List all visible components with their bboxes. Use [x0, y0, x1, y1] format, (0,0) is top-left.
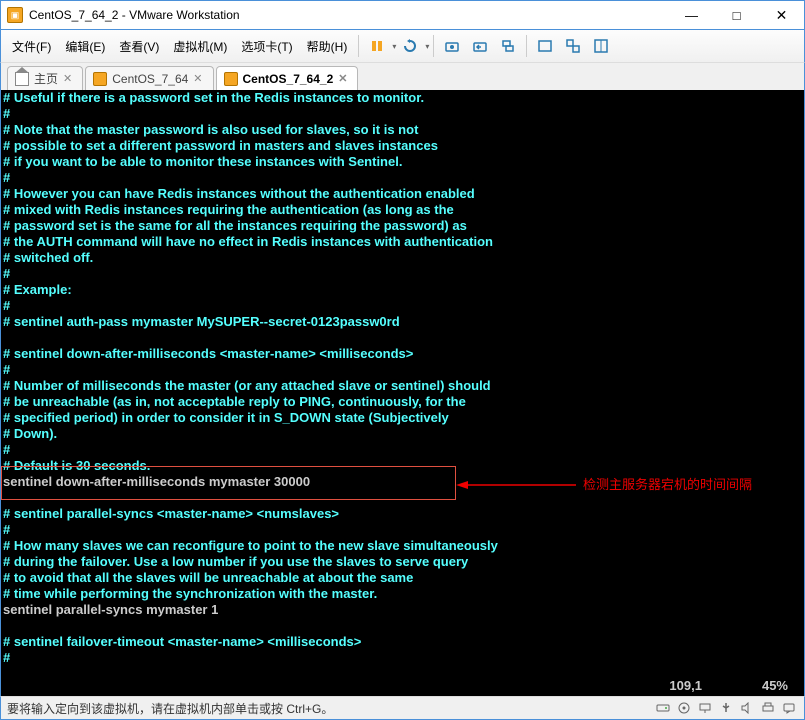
printer-icon[interactable]	[759, 700, 777, 716]
app-icon: ▣	[7, 7, 23, 23]
vm-icon	[93, 72, 107, 86]
reset-button[interactable]	[397, 33, 423, 59]
menu-view[interactable]: 查看(V)	[112, 34, 166, 59]
status-icons	[654, 700, 798, 716]
menu-vm[interactable]: 虚拟机(M)	[166, 34, 234, 59]
revert-button[interactable]	[467, 33, 493, 59]
sound-icon[interactable]	[738, 700, 756, 716]
unity-button[interactable]	[560, 33, 586, 59]
hdd-icon[interactable]	[654, 700, 672, 716]
tab-centos2[interactable]: CentOS_7_64_2 ✕	[216, 66, 359, 90]
tab-label: CentOS_7_64	[112, 72, 188, 86]
vim-status: 109,1 45%	[669, 678, 788, 694]
cursor-position: 109,1	[669, 678, 702, 694]
message-icon[interactable]	[780, 700, 798, 716]
stretch-button[interactable]	[588, 33, 614, 59]
terminal[interactable]: # Useful if there is a password set in t…	[0, 90, 805, 696]
dropdown-icon[interactable]: ▾	[392, 42, 396, 51]
network-icon[interactable]	[696, 700, 714, 716]
close-tab-icon[interactable]: ✕	[63, 72, 72, 85]
vm-icon	[224, 72, 238, 86]
menu-help[interactable]: 帮助(H)	[300, 34, 355, 59]
home-icon	[15, 72, 29, 86]
window-title: CentOS_7_64_2 - VMware Workstation	[29, 8, 669, 22]
minimize-button[interactable]: —	[669, 1, 714, 29]
annotation-text: 检测主服务器宕机的时间间隔	[583, 477, 752, 493]
terminal-output: # Useful if there is a password set in t…	[1, 90, 804, 666]
status-text: 要将输入定向到该虚拟机，请在虚拟机内部单击或按 Ctrl+G。	[7, 700, 333, 717]
close-button[interactable]: ✕	[759, 1, 804, 29]
titlebar: ▣ CentOS_7_64_2 - VMware Workstation — □…	[0, 0, 805, 30]
cd-icon[interactable]	[675, 700, 693, 716]
scroll-percent: 45%	[762, 678, 788, 694]
usb-icon[interactable]	[717, 700, 735, 716]
snapshot-button[interactable]	[439, 33, 465, 59]
fullscreen-button[interactable]	[532, 33, 558, 59]
snapshot-manager-button[interactable]	[495, 33, 521, 59]
tab-label: 主页	[34, 70, 58, 87]
separator	[433, 35, 434, 57]
close-tab-icon[interactable]: ✕	[193, 72, 202, 85]
tab-centos1[interactable]: CentOS_7_64 ✕	[85, 66, 213, 90]
menubar: 文件(F) 编辑(E) 查看(V) 虚拟机(M) 选项卡(T) 帮助(H) ▾ …	[0, 30, 805, 62]
dropdown-icon[interactable]: ▾	[425, 42, 429, 51]
maximize-button[interactable]: □	[714, 1, 759, 29]
tab-home[interactable]: 主页 ✕	[7, 66, 83, 90]
separator	[358, 35, 359, 57]
separator	[526, 35, 527, 57]
tab-label: CentOS_7_64_2	[243, 72, 334, 86]
menu-edit[interactable]: 编辑(E)	[58, 34, 112, 59]
statusbar: 要将输入定向到该虚拟机，请在虚拟机内部单击或按 Ctrl+G。	[0, 696, 805, 720]
menu-tabs[interactable]: 选项卡(T)	[234, 34, 299, 59]
tabbar: 主页 ✕ CentOS_7_64 ✕ CentOS_7_64_2 ✕	[0, 62, 805, 90]
menu-file[interactable]: 文件(F)	[5, 34, 58, 59]
close-tab-icon[interactable]: ✕	[338, 72, 347, 85]
pause-button[interactable]	[364, 33, 390, 59]
